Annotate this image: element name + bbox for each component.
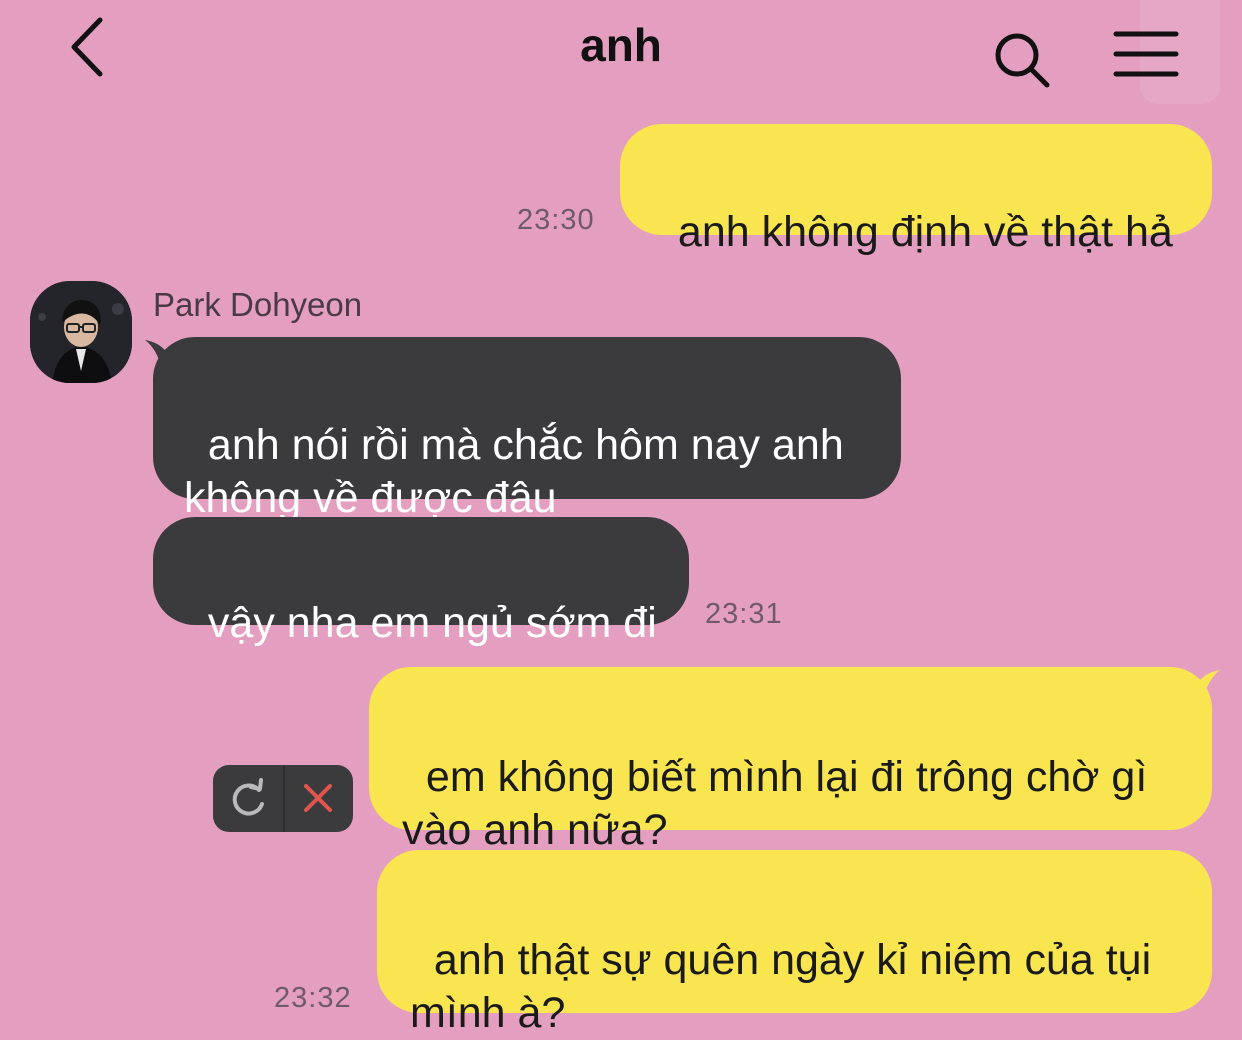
- outgoing-message-bubble[interactable]: anh không định về thật hả: [620, 124, 1212, 256]
- incoming-message-bubble[interactable]: vậy nha em ngủ sớm đi: [153, 517, 689, 647]
- delete-failed-button[interactable]: [283, 765, 353, 832]
- chat-title: anh: [580, 19, 662, 71]
- chat-header: anh: [0, 0, 1242, 104]
- message-text: anh thật sự quên ngày kỉ niệm của tụi mì…: [410, 936, 1152, 1037]
- incoming-message-bubble[interactable]: anh nói rồi mà chắc hôm nay anh không về…: [153, 337, 901, 522]
- message-timestamp: 23:30: [517, 204, 595, 236]
- search-icon: [995, 33, 1050, 88]
- sender-name: Park Dohyeon: [153, 286, 363, 323]
- message-text: anh nói rồi mà chắc hôm nay anh không về…: [184, 421, 844, 522]
- hamburger-menu-icon: [1113, 31, 1179, 77]
- retry-icon: [232, 778, 264, 816]
- profile-photo: [30, 281, 132, 383]
- search-button[interactable]: [992, 30, 1052, 90]
- message-timestamp: 23:31: [705, 598, 783, 630]
- failed-message-actions: [213, 765, 353, 832]
- message-text: em không biết mình lại đi trông chờ gì v…: [402, 753, 1148, 854]
- contact-avatar[interactable]: [30, 281, 132, 383]
- message-timestamp: 23:32: [274, 982, 352, 1014]
- close-icon: [304, 784, 332, 812]
- menu-button[interactable]: [1112, 28, 1180, 84]
- outgoing-message-bubble[interactable]: em không biết mình lại đi trông chờ gì v…: [369, 667, 1212, 854]
- outgoing-message-bubble[interactable]: anh thật sự quên ngày kỉ niệm của tụi mì…: [377, 850, 1212, 1037]
- retry-send-button[interactable]: [213, 765, 283, 832]
- message-text: vậy nha em ngủ sớm đi: [207, 599, 657, 647]
- message-text: anh không định về thật hả: [677, 208, 1173, 256]
